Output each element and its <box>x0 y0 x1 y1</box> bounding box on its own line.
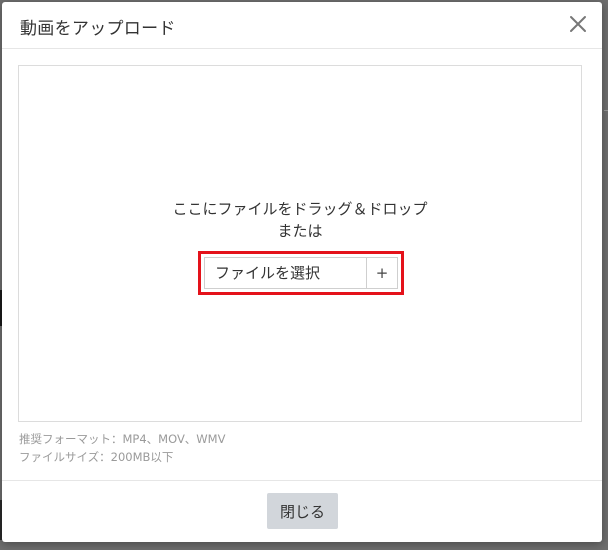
close-dialog-button[interactable]: 閉じる <box>267 493 338 529</box>
select-file-button[interactable]: ファイルを選択 <box>205 258 366 288</box>
dropzone-instruction-or: または <box>277 222 323 240</box>
upload-video-dialog: 動画をアップロード ここにファイルをドラッグ＆ドロップ または ファイルを選択 … <box>2 2 602 542</box>
add-file-button[interactable]: + <box>366 258 397 288</box>
recommended-formats-text: 推奨フォーマット：MP4、MOV、WMV <box>19 432 226 446</box>
file-size-limit-text: ファイルサイズ：200MB以下 <box>19 450 174 464</box>
dropzone-instructions: ここにファイルをドラッグ＆ドロップ または <box>19 198 581 242</box>
close-icon <box>570 16 586 32</box>
dialog-footer: 閉じる <box>2 480 602 542</box>
file-select-control[interactable]: ファイルを選択 + <box>204 257 398 289</box>
upload-notes: 推奨フォーマット：MP4、MOV、WMV ファイルサイズ：200MB以下 <box>19 430 225 466</box>
dropzone-instruction-line: ここにファイルをドラッグ＆ドロップ <box>172 200 428 218</box>
dialog-title: 動画をアップロード <box>20 19 176 39</box>
close-button[interactable] <box>566 12 590 36</box>
file-dropzone[interactable]: ここにファイルをドラッグ＆ドロップ または ファイルを選択 + <box>18 65 582 422</box>
background-page-fragment <box>604 110 608 111</box>
dialog-header: 動画をアップロード <box>2 2 602 49</box>
